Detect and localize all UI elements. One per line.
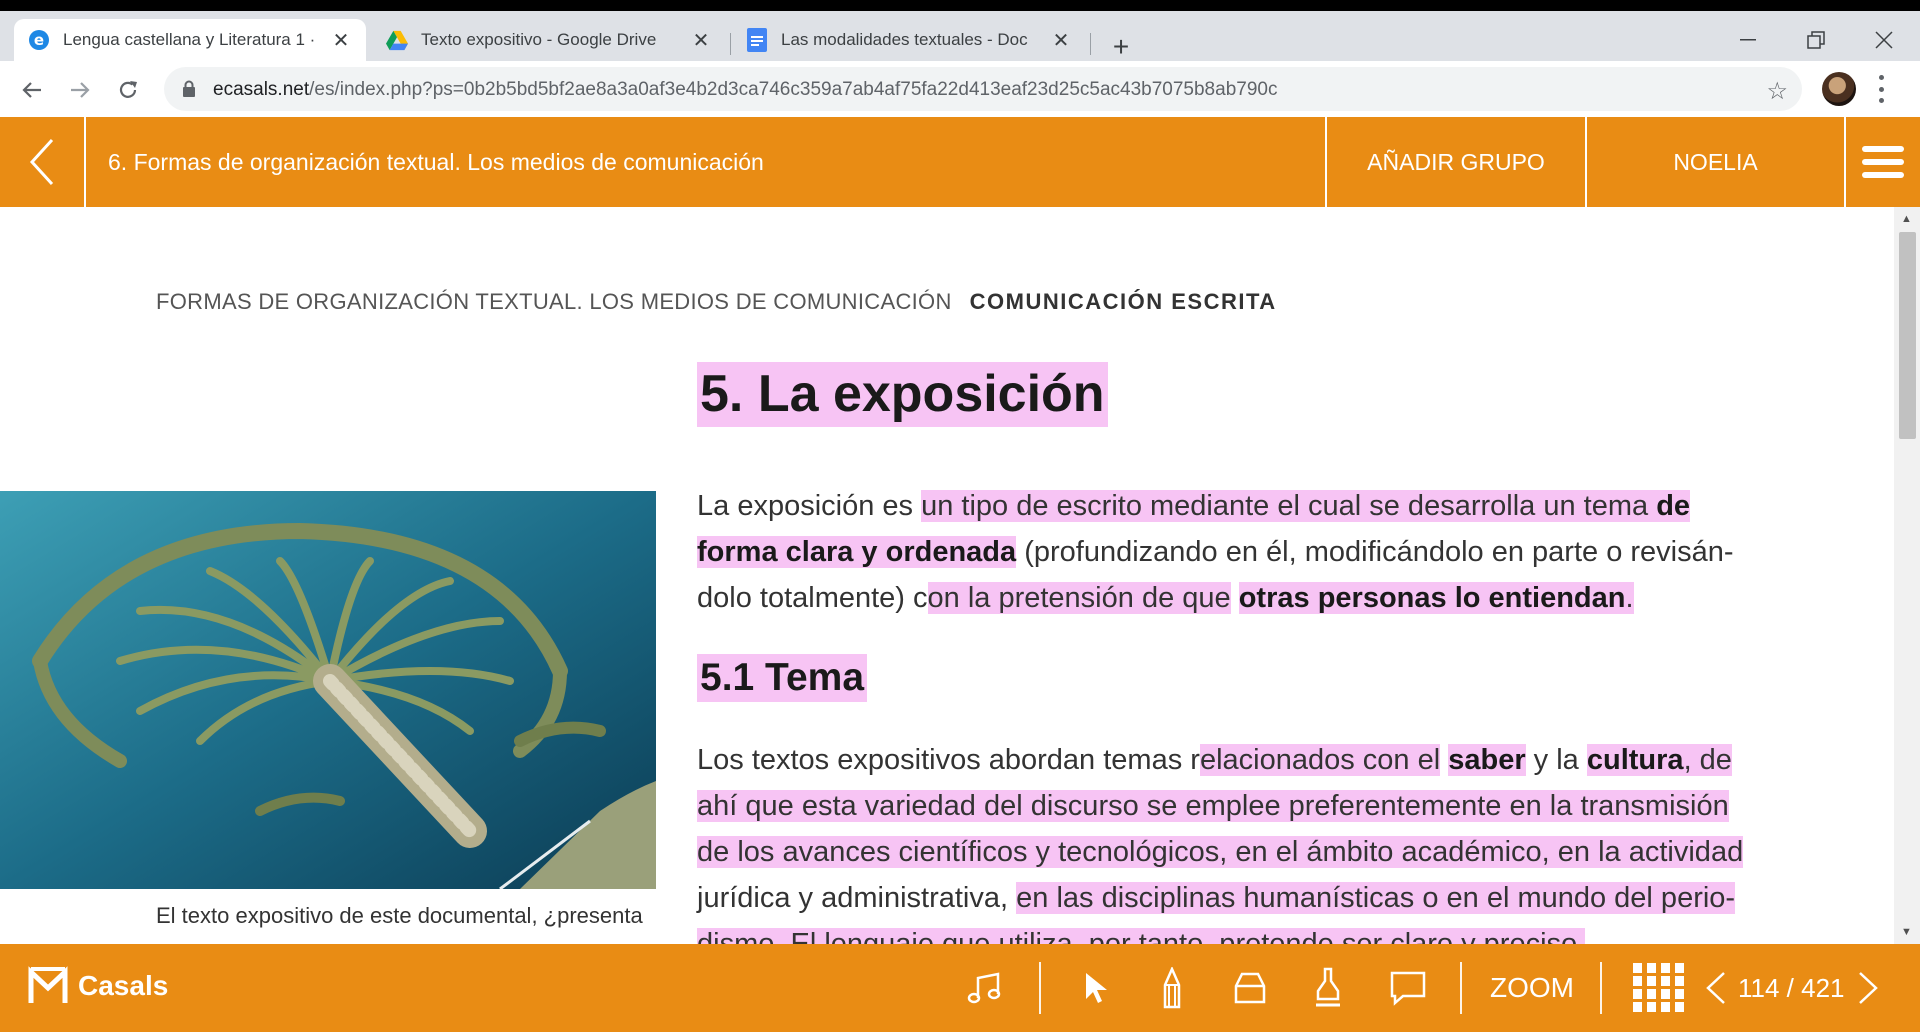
- page-indicator: 114 / 421: [1738, 973, 1845, 1003]
- forward-arrow-icon[interactable]: [64, 74, 96, 106]
- user-button[interactable]: NOELIA: [1585, 117, 1844, 207]
- book-page: FORMAS DE ORGANIZACIÓN TEXTUAL. LOS MEDI…: [0, 207, 1894, 944]
- pointer-cursor-icon[interactable]: [1074, 966, 1118, 1010]
- eraser-icon[interactable]: [1228, 966, 1272, 1010]
- close-icon[interactable]: ✕: [690, 29, 712, 52]
- palm-island-photo: [0, 491, 656, 889]
- new-tab-button[interactable]: +: [1107, 31, 1135, 62]
- url-text: ecasals.net/es/index.php?ps=0b2b5bd5bf2a…: [213, 79, 1278, 100]
- image-caption: El texto expositivo de este documental, …: [156, 903, 643, 928]
- minimize-icon[interactable]: [1726, 25, 1770, 55]
- subsection-heading: 5.1 Tema: [697, 654, 868, 702]
- audio-note-icon[interactable]: [962, 966, 1006, 1010]
- tab-separator: [1090, 33, 1091, 55]
- toolbar-separator: [1460, 962, 1462, 1014]
- hamburger-menu-icon[interactable]: [1844, 117, 1920, 207]
- exposition-paragraph: La exposición es un tipo de escrito medi…: [697, 490, 1734, 614]
- tab-bar: e Lengua castellana y Literatura 1 · ✕ T…: [0, 11, 1920, 62]
- back-arrow-icon[interactable]: [16, 74, 48, 106]
- browser-toolbar: ecasals.net/es/index.php?ps=0b2b5bd5bf2a…: [0, 61, 1920, 117]
- close-window-icon[interactable]: [1862, 25, 1906, 55]
- zoom-button[interactable]: ZOOM: [1490, 966, 1574, 1010]
- google-drive-icon: [386, 29, 408, 51]
- running-section: COMUNICACIÓN ESCRITA: [969, 289, 1277, 314]
- close-icon[interactable]: ✕: [1050, 29, 1072, 52]
- scroll-down-arrow-icon[interactable]: ▼: [1901, 926, 1912, 938]
- tab-lengua[interactable]: e Lengua castellana y Literatura 1 · ✕: [14, 19, 366, 61]
- address-bar[interactable]: ecasals.net/es/index.php?ps=0b2b5bd5bf2a…: [164, 67, 1802, 111]
- unit-title: 6. Formas de organización textual. Los m…: [108, 149, 764, 175]
- brand-name: Casals: [78, 970, 169, 1001]
- pencil-icon[interactable]: [1150, 966, 1194, 1010]
- reader-toolbar: Casals ZOOM 114 / 421: [0, 944, 1920, 1032]
- toolbar-separator: [1600, 962, 1602, 1014]
- add-group-button[interactable]: AÑADIR GRUPO: [1325, 117, 1585, 207]
- previous-page-icon[interactable]: [1694, 966, 1738, 1010]
- tab-title: Lengua castellana y Literatura 1 ·: [63, 30, 316, 49]
- google-docs-icon: [746, 28, 768, 52]
- edge-e-icon: e: [28, 29, 50, 51]
- page-scrollbar[interactable]: ▲ ▼: [1894, 207, 1920, 944]
- bookmark-star-icon[interactable]: ☆: [1766, 77, 1788, 106]
- casals-logo-icon: [28, 966, 68, 1003]
- restore-icon[interactable]: [1794, 25, 1838, 55]
- profile-avatar[interactable]: [1822, 72, 1856, 106]
- section-heading: 5. La exposición: [697, 362, 1108, 428]
- running-head: FORMAS DE ORGANIZACIÓN TEXTUAL. LOS MEDI…: [156, 289, 1277, 314]
- tab-google-docs[interactable]: Las modalidades textuales - Doc ✕: [732, 19, 1086, 61]
- tab-title: Las modalidades textuales - Doc: [781, 30, 1028, 49]
- tema-paragraph: Los textos expositivos abordan temas rel…: [697, 737, 1747, 944]
- lock-icon: [182, 80, 196, 103]
- scroll-up-arrow-icon[interactable]: ▲: [1901, 213, 1912, 225]
- tab-separator: [730, 33, 731, 55]
- back-button[interactable]: [0, 117, 86, 207]
- next-page-icon[interactable]: [1846, 966, 1890, 1010]
- reload-icon[interactable]: [112, 74, 144, 106]
- tab-google-drive[interactable]: Texto expositivo - Google Drive ✕: [372, 19, 726, 61]
- app-header: 6. Formas de organización textual. Los m…: [0, 117, 1920, 207]
- toolbar-separator: [1039, 962, 1041, 1014]
- comment-bubble-icon[interactable]: [1386, 966, 1430, 1010]
- highlighter-icon[interactable]: [1306, 966, 1350, 1010]
- tab-title: Texto expositivo - Google Drive: [421, 30, 657, 49]
- casals-logo: Casals: [28, 966, 168, 1006]
- thumbnails-grid-icon[interactable]: [1632, 963, 1686, 1012]
- scroll-thumb[interactable]: [1899, 232, 1916, 439]
- window-top-strip: [0, 0, 1920, 11]
- close-icon[interactable]: ✕: [330, 29, 352, 52]
- svg-text:e: e: [34, 31, 44, 49]
- browser-menu-icon[interactable]: [1876, 75, 1886, 103]
